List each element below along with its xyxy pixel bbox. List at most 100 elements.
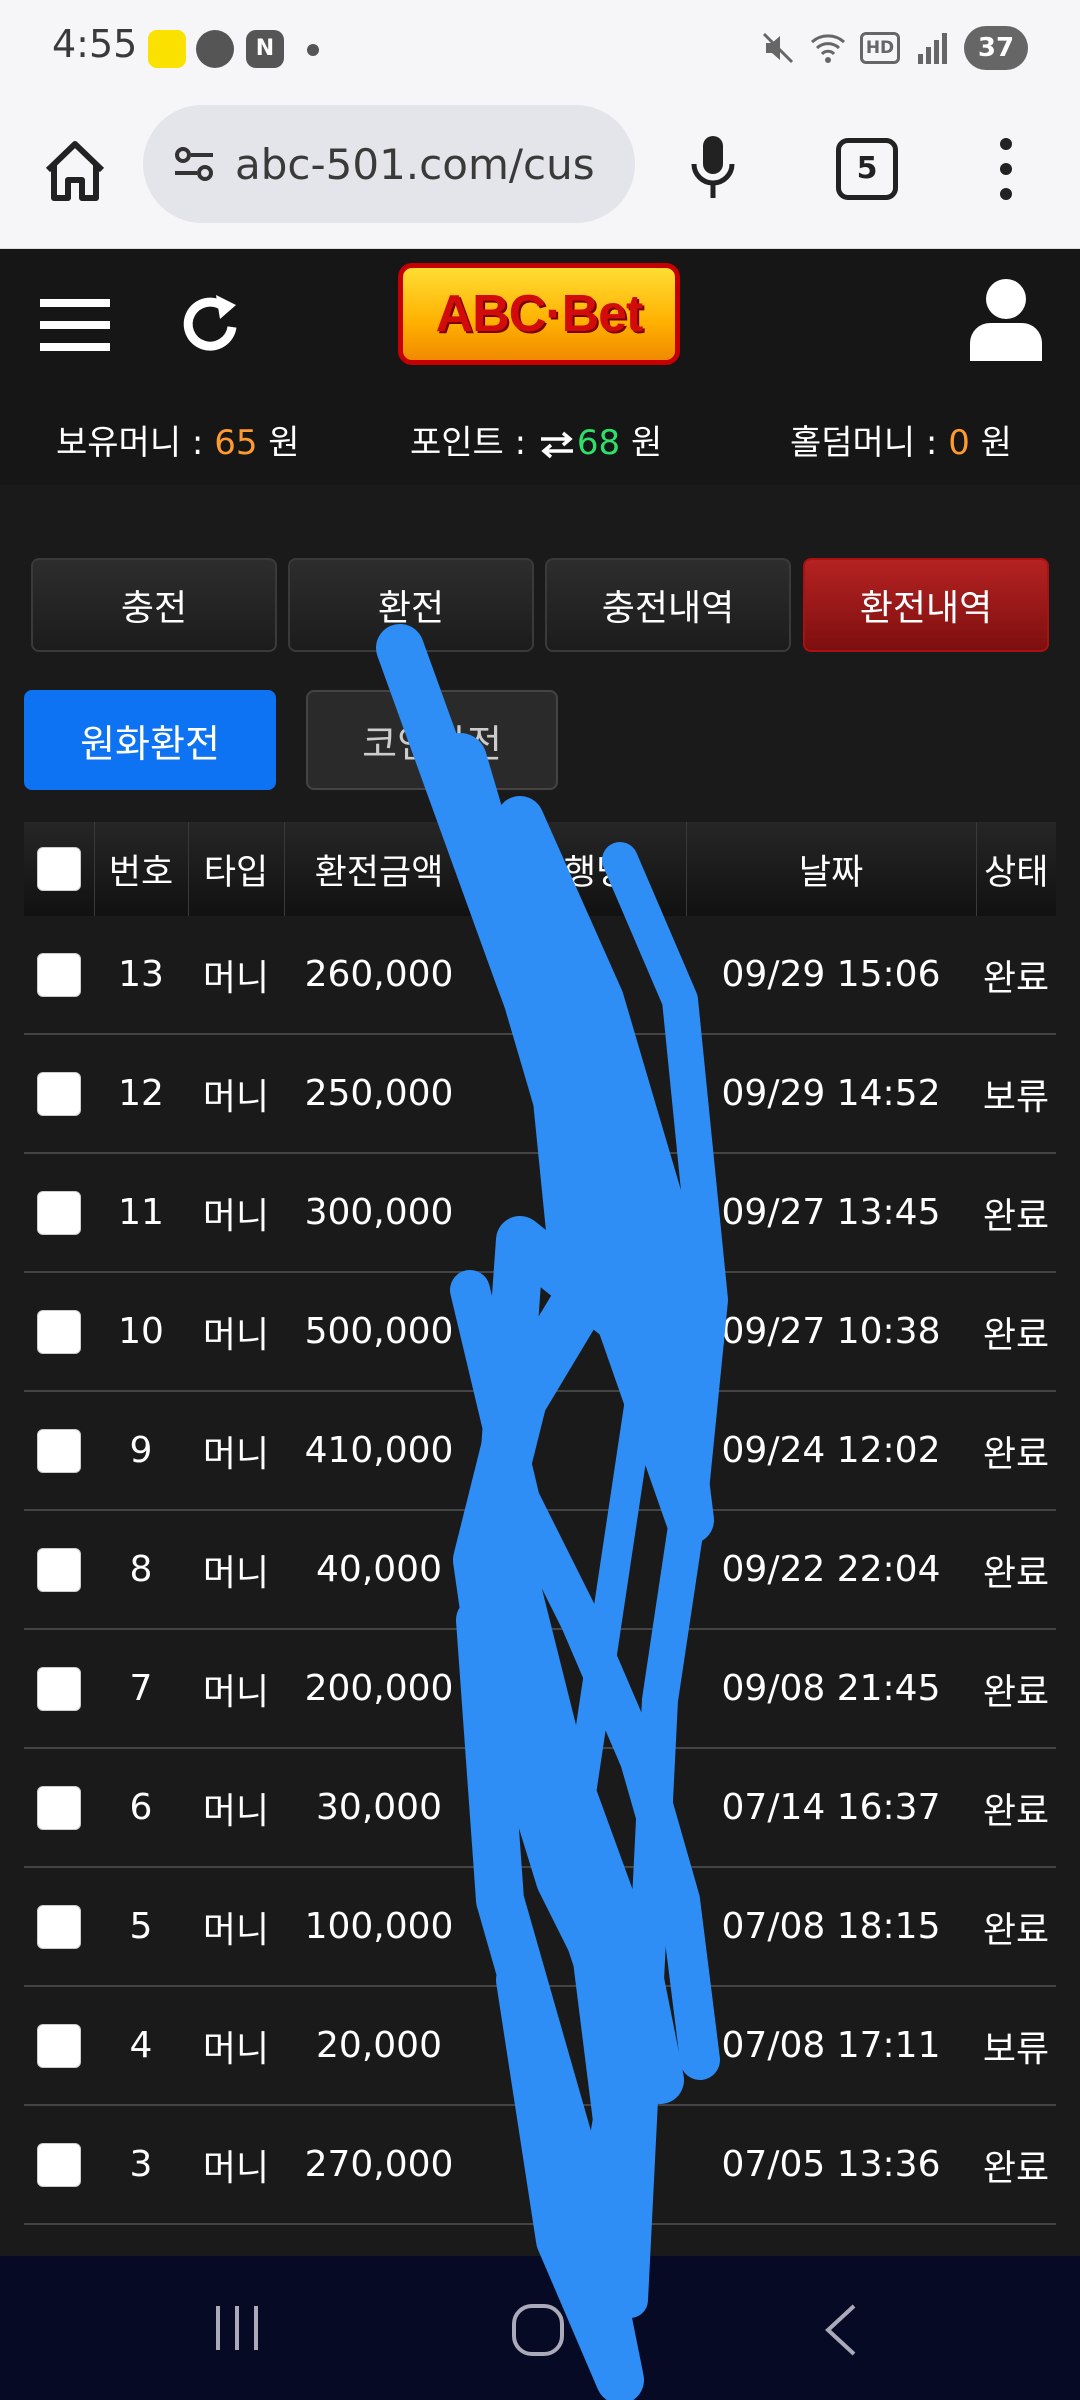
row-number: 9: [94, 1391, 188, 1511]
row-bank: [474, 1034, 686, 1154]
row-checkbox[interactable]: [37, 1071, 81, 1116]
table-row[interactable]: 6 머니 30,000 07/14 16:37 완료: [24, 1748, 1056, 1868]
row-date: 07/05 13:36: [686, 2105, 976, 2225]
row-number: 11: [94, 1153, 188, 1273]
table-header-row: 번호 타입 환전금액 은행명 날짜 상태: [24, 822, 1056, 916]
row-status: 완료: [976, 916, 1056, 1035]
table-row[interactable]: 13 머니 260,000 09/29 15:06 완료: [24, 916, 1056, 1035]
row-amount: 40,000: [284, 1510, 474, 1630]
krw-withdraw-button[interactable]: 원화환전: [24, 690, 276, 790]
row-checkbox[interactable]: [37, 1666, 81, 1711]
back-icon[interactable]: [820, 2302, 860, 2358]
money-balance-value: 65: [214, 423, 258, 463]
table-row[interactable]: 7 머니 200,000 09/08 21:45 완료: [24, 1629, 1056, 1749]
logo-text: ABC·Bet: [435, 285, 644, 343]
row-date: 09/29 15:06: [686, 916, 976, 1035]
row-amount: 500,000: [284, 1272, 474, 1392]
row-bank: [474, 1867, 686, 1987]
row-amount: 20,000: [284, 1986, 474, 2106]
row-status: 완료: [976, 2105, 1056, 2225]
row-checkbox[interactable]: [37, 1190, 81, 1235]
money-balance-unit: 원: [257, 423, 300, 463]
row-date: 07/08 18:15: [686, 1867, 976, 1987]
refresh-icon[interactable]: [178, 287, 244, 359]
table-row[interactable]: 11 머니 300,000 09/27 13:45 완료: [24, 1153, 1056, 1273]
point-balance-unit: 원: [620, 423, 663, 463]
row-type: 머니: [188, 1153, 284, 1273]
microphone-icon[interactable]: [688, 132, 738, 204]
row-status: 완료: [976, 1153, 1056, 1273]
table-row[interactable]: 3 머니 270,000 07/05 13:36 완료: [24, 2105, 1056, 2225]
recent-apps-icon[interactable]: [212, 2304, 262, 2352]
row-amount: 270,000: [284, 2105, 474, 2225]
row-bank: [474, 2105, 686, 2225]
coin-withdraw-button[interactable]: 코인환전: [306, 690, 558, 790]
table-row[interactable]: 5 머니 100,000 07/08 18:15 완료: [24, 1867, 1056, 1987]
mute-icon: [762, 32, 794, 64]
withdraw-history-table: 번호 타입 환전금액 은행명 날짜 상태 13 머니 260,000 09/29 15…: [24, 822, 1056, 2344]
table-row[interactable]: 9 머니 410,000 09/24 12:02 완료: [24, 1391, 1056, 1511]
row-number: 5: [94, 1867, 188, 1987]
header-status: 상태: [976, 822, 1056, 916]
row-amount: 100,000: [284, 1867, 474, 1987]
header-type: 타입: [188, 822, 285, 916]
row-number: 8: [94, 1510, 188, 1630]
table-row[interactable]: 8 머니 40,000 09/22 22:04 완료: [24, 1510, 1056, 1630]
url-text[interactable]: abc-501.com/cus: [235, 140, 625, 189]
table-row[interactable]: 10 머니 500,000 09/27 10:38 완료: [24, 1272, 1056, 1392]
holdem-balance-value: 0: [948, 423, 970, 463]
row-type: 머니: [188, 1272, 284, 1392]
user-profile-icon[interactable]: [966, 277, 1046, 361]
row-bank: [474, 1272, 686, 1392]
select-all-cell: [24, 822, 95, 916]
table-row[interactable]: 12 머니 250,000 09/29 14:52 보류: [24, 1034, 1056, 1154]
select-all-checkbox[interactable]: [36, 847, 81, 891]
site-logo[interactable]: ABC·Bet: [398, 263, 680, 365]
row-checkbox[interactable]: [37, 2023, 81, 2068]
more-options-icon[interactable]: [998, 134, 1014, 204]
tab-withdraw-history[interactable]: 환전내역: [803, 558, 1049, 652]
row-status: 완료: [976, 1748, 1056, 1868]
tab-deposit[interactable]: 충전: [31, 558, 277, 652]
system-home-icon[interactable]: [508, 2300, 568, 2360]
table-row[interactable]: 4 머니 20,000 07/08 17:11 보류: [24, 1986, 1056, 2106]
row-number: 6: [94, 1748, 188, 1868]
row-date: 09/24 12:02: [686, 1391, 976, 1511]
row-bank: [474, 1986, 686, 2106]
row-amount: 300,000: [284, 1153, 474, 1273]
home-icon[interactable]: [40, 136, 110, 206]
point-balance[interactable]: 포인트 : 68 원: [410, 415, 662, 464]
hamburger-menu-icon[interactable]: [40, 295, 110, 355]
row-status: 완료: [976, 1272, 1056, 1392]
signal-icon: [918, 33, 947, 64]
row-status: 보류: [976, 1034, 1056, 1154]
money-balance-label: 보유머니 :: [56, 423, 215, 463]
address-bar[interactable]: abc-501.com/cus: [143, 105, 635, 223]
row-checkbox[interactable]: [37, 1547, 81, 1592]
row-checkbox[interactable]: [37, 1904, 81, 1949]
naver-notification-icon: N: [246, 30, 284, 68]
holdem-balance: 홀덤머니 : 0 원: [790, 415, 1012, 464]
row-checkbox[interactable]: [37, 2142, 81, 2187]
row-type: 머니: [188, 2105, 284, 2225]
swap-arrows-icon[interactable]: [537, 430, 577, 460]
row-status: 완료: [976, 1510, 1056, 1630]
money-balance: 보유머니 : 65 원: [56, 415, 300, 464]
browser-toolbar: abc-501.com/cus 5: [0, 100, 1080, 249]
row-number: 4: [94, 1986, 188, 2106]
row-number: 3: [94, 2105, 188, 2225]
row-checkbox[interactable]: [37, 1428, 81, 1473]
row-status: 완료: [976, 1629, 1056, 1749]
tab-deposit-history[interactable]: 충전내역: [545, 558, 791, 652]
site-settings-icon[interactable]: [169, 139, 219, 189]
row-checkbox[interactable]: [37, 1309, 81, 1354]
row-number: 7: [94, 1629, 188, 1749]
row-checkbox[interactable]: [37, 1785, 81, 1830]
row-type: 머니: [188, 1867, 284, 1987]
tab-withdraw[interactable]: 환전: [288, 558, 534, 652]
header-number: 번호: [94, 822, 189, 916]
row-date: 07/14 16:37: [686, 1748, 976, 1868]
row-checkbox[interactable]: [37, 952, 81, 997]
battery-icon: 37: [964, 26, 1028, 70]
tab-switcher-button[interactable]: 5: [836, 138, 898, 200]
